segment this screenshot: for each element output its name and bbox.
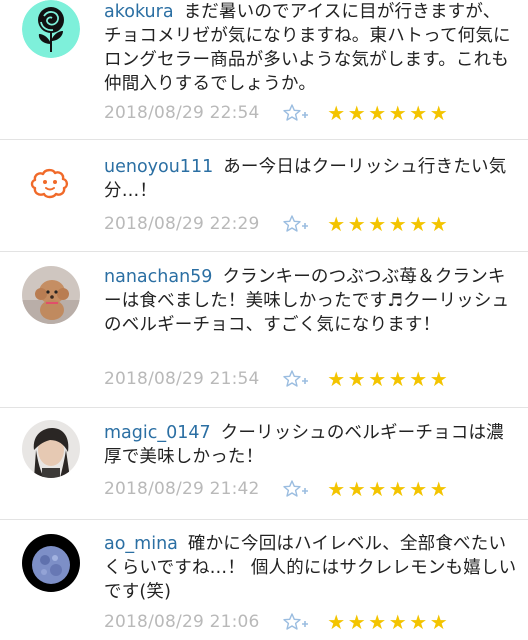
star-icon: ★ [409,477,428,501]
comment-body: nanachan59 クランキーのつぶつぶ苺＆クランキーは食べました！美味しかった… [104,265,518,337]
star-icon: ★ [368,101,387,125]
person-photo [22,420,80,478]
star-icon: ★ [368,212,387,236]
star-icon: ★ [409,212,428,236]
avatar[interactable] [22,154,80,212]
timestamp: 2018/08/29 21:54 [104,369,260,389]
timestamp: 2018/08/29 22:29 [104,214,260,234]
star-icon: ★ [409,610,428,634]
poodle-photo [22,266,80,324]
star-icon: ★ [368,477,387,501]
username-link[interactable]: ao_mina [104,534,178,554]
username-link[interactable]: akokura [104,2,174,22]
star-icon: ★ [388,477,407,501]
favorite-star-plus-icon[interactable] [282,369,310,389]
username-link[interactable]: uenoyou111 [104,157,213,177]
star-icon: ★ [429,101,448,125]
orange-face-icon [30,168,69,199]
timestamp: 2018/08/29 22:54 [104,103,260,123]
star-icon: ★ [388,101,407,125]
rating-stars: ★ ★ ★ ★ ★ ★ [326,369,449,389]
star-icon: ★ [327,477,346,501]
favorite-star-plus-icon[interactable] [282,103,310,123]
comment-item: uenoyou111 あー今日はクーリッシュ行きたい気分…！ 2018/08/29… [0,140,528,252]
comment-body: magic_0147 クーリッシュのベルギーチョコは濃厚で美味しかった！ [104,421,518,469]
comment-meta: 2018/08/29 21:42 ★ ★ ★ ★ ★ ★ [104,477,449,501]
star-icon: ★ [368,367,387,391]
star-icon: ★ [368,610,387,634]
comment-body: uenoyou111 あー今日はクーリッシュ行きたい気分…！ [104,155,518,203]
username-link[interactable]: magic_0147 [104,423,211,443]
avatar[interactable] [22,420,80,478]
star-icon: ★ [347,101,366,125]
star-icon: ★ [347,477,366,501]
favorite-star-plus-icon[interactable] [282,612,310,632]
comment-item: magic_0147 クーリッシュのベルギーチョコは濃厚で美味しかった！ 2018… [0,408,528,520]
comment-meta: 2018/08/29 21:06 ★ ★ ★ ★ ★ ★ [104,610,449,634]
star-icon: ★ [388,610,407,634]
favorite-star-plus-icon[interactable] [282,214,310,234]
rating-stars: ★ ★ ★ ★ ★ ★ [326,214,449,234]
star-icon: ★ [429,212,448,236]
comment-body: ao_mina 確かに今回はハイレベル、全部食べたいくらいですね…！ 個人的にはサ… [104,532,518,604]
favorite-star-plus-icon[interactable] [282,479,310,499]
comment-meta: 2018/08/29 22:29 ★ ★ ★ ★ ★ ★ [104,212,449,236]
avatar[interactable] [22,266,80,324]
comment-body: akokura まだ暑いのでアイスに目が行きますが、チョコメリゼが気になりますね。… [104,0,518,96]
rating-stars: ★ ★ ★ ★ ★ ★ [326,479,449,499]
username-link[interactable]: nanachan59 [104,267,212,287]
star-icon: ★ [327,367,346,391]
star-icon: ★ [327,610,346,634]
star-icon: ★ [429,610,448,634]
star-icon: ★ [409,367,428,391]
star-icon: ★ [409,101,428,125]
avatar[interactable] [22,534,80,592]
comment-item: nanachan59 クランキーのつぶつぶ苺＆クランキーは食べました！美味しかった… [0,252,528,408]
timestamp: 2018/08/29 21:42 [104,479,260,499]
star-icon: ★ [327,101,346,125]
timestamp: 2018/08/29 21:06 [104,612,260,632]
star-icon: ★ [429,477,448,501]
full-moon-photo [22,534,80,592]
black-rose-icon [22,0,80,58]
star-icon: ★ [347,367,366,391]
comment-item: ao_mina 確かに今回はハイレベル、全部食べたいくらいですね…！ 個人的にはサ… [0,520,528,640]
star-icon: ★ [388,367,407,391]
rating-stars: ★ ★ ★ ★ ★ ★ [326,612,449,632]
star-icon: ★ [388,212,407,236]
star-icon: ★ [429,367,448,391]
star-icon: ★ [327,212,346,236]
star-icon: ★ [347,610,366,634]
star-icon: ★ [347,212,366,236]
rating-stars: ★ ★ ★ ★ ★ ★ [326,103,449,123]
comment-item: akokura まだ暑いのでアイスに目が行きますが、チョコメリゼが気になりますね。… [0,0,528,140]
comment-meta: 2018/08/29 22:54 ★ ★ ★ ★ ★ ★ [104,101,449,125]
comment-meta: 2018/08/29 21:54 ★ ★ ★ ★ ★ ★ [104,367,449,391]
avatar[interactable] [22,0,80,58]
